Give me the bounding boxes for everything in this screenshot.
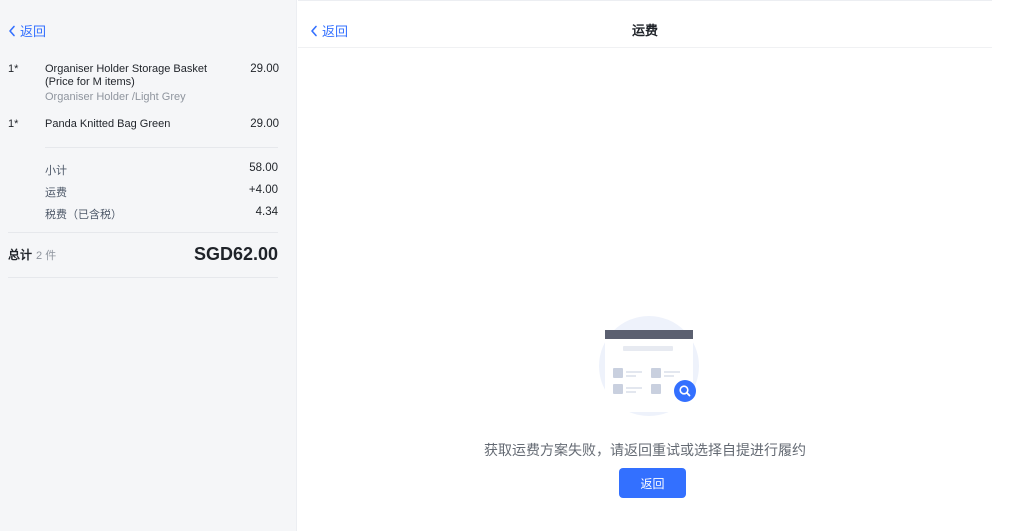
subtotal-row: 小计 58.00 [45,162,278,178]
order-items-list: 1* Organiser Holder Storage Basket (Pric… [8,63,279,131]
subtotal-label: 小计 [45,165,67,177]
shipping-panel: 返回 运费 获取运费方案失败，请返回重试或选择自提进行履约 返回 [298,0,992,531]
window-margin [992,0,1017,531]
total-divider [8,277,278,278]
back-link[interactable]: 返回 [8,21,46,40]
total-item-count: 2 件 [36,249,57,262]
item-price: 29.00 [250,63,279,75]
item-name: Organiser Holder Storage Basket (Price f… [45,63,208,88]
tax-label: 税费（已含税） [45,209,122,221]
shipping-value: +4.00 [248,184,278,196]
total-label: 总计 [8,247,33,262]
order-item: 1* Panda Knitted Bag Green 29.00 [8,118,279,131]
order-summary-panel: 返回 1* Organiser Holder Storage Basket (P… [0,0,297,531]
subtotal-value: 58.00 [249,162,278,174]
back-link-label: 返回 [20,24,47,39]
item-variant: Organiser Holder /Light Grey [45,91,186,103]
item-price: 29.00 [250,118,279,130]
order-item: 1* Organiser Holder Storage Basket (Pric… [8,63,279,104]
summary-divider [8,232,278,233]
shipping-row: 运费 +4.00 [45,184,278,200]
empty-search-illustration-icon [599,316,699,416]
page-title: 运费 [631,23,658,38]
empty-state-message: 获取运费方案失败，请返回重试或选择自提进行履约 [484,442,806,458]
items-divider [45,147,278,148]
item-quantity: 1* [8,118,19,130]
tax-value: 4.34 [255,206,278,218]
back-button[interactable]: 返回 [619,468,686,498]
tax-row: 税费（已含税） 4.34 [45,206,278,222]
item-name: Panda Knitted Bag Green [45,118,171,130]
item-quantity: 1* [8,63,19,75]
total-amount: SGD62.00 [193,244,278,264]
total-row: 总计 2 件 SGD62.00 [8,244,278,265]
chevron-left-icon [9,25,15,36]
shipping-label: 运费 [45,187,67,199]
